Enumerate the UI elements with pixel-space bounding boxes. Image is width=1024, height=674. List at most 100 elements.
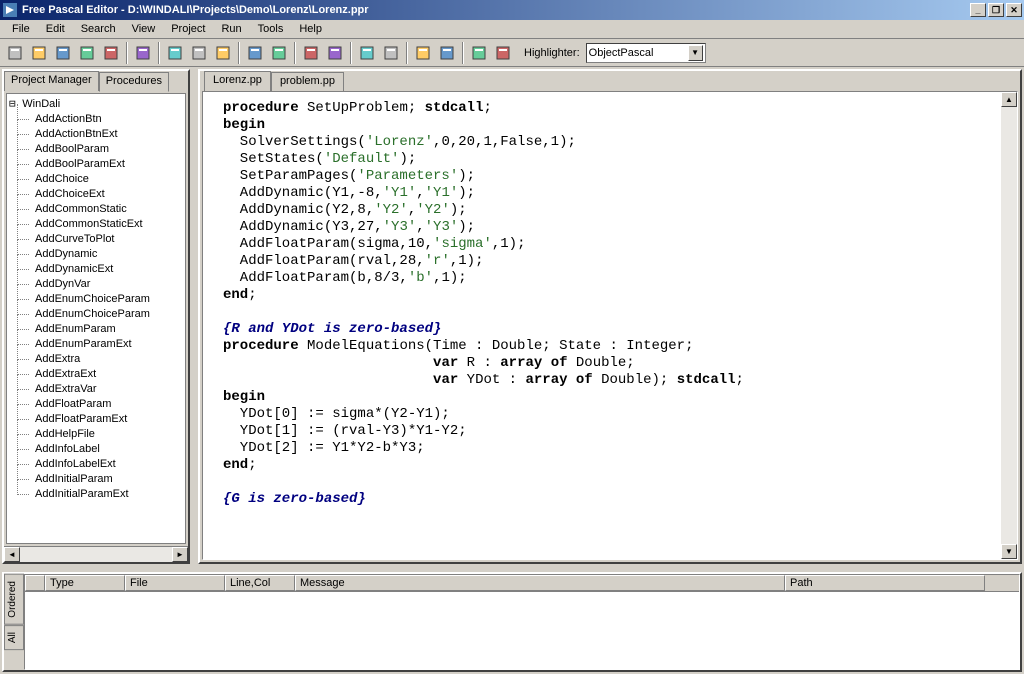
tree-item[interactable]: AddExtraVar [9, 382, 183, 397]
menu-search[interactable]: Search [73, 21, 124, 37]
menu-project[interactable]: Project [163, 21, 213, 37]
toolbar-separator [350, 42, 352, 64]
message-header: TypeFileLine,ColMessagePath [25, 575, 1019, 592]
compile-icon[interactable] [412, 42, 434, 64]
toolbar: Highlighter: ObjectPascal ▼ [0, 39, 1024, 67]
tree-root[interactable]: WinDali [9, 96, 183, 112]
tree-item[interactable]: AddBoolParam [9, 142, 183, 157]
message-list[interactable]: TypeFileLine,ColMessagePath [24, 574, 1020, 670]
menubar: FileEditSearchViewProjectRunToolsHelp [0, 20, 1024, 39]
message-col-message[interactable]: Message [295, 575, 785, 591]
open-file-icon[interactable] [28, 42, 50, 64]
messages-pane: OrderedAll TypeFileLine,ColMessagePath [2, 572, 1022, 672]
save-icon[interactable] [52, 42, 74, 64]
toolbar-separator [406, 42, 408, 64]
tree-item[interactable]: AddHelpFile [9, 427, 183, 442]
tree-item[interactable]: AddDynamic [9, 247, 183, 262]
vertical-splitter[interactable] [192, 67, 196, 566]
tree-item[interactable]: AddInitialParamExt [9, 487, 183, 502]
chevron-down-icon[interactable]: ▼ [688, 45, 703, 61]
tree-item[interactable]: AddFloatParam [9, 397, 183, 412]
app-icon [2, 2, 18, 18]
highlighter-value: ObjectPascal [589, 47, 654, 59]
tree-item[interactable]: AddCurveToPlot [9, 232, 183, 247]
editor-tab-Lorenz-pp[interactable]: Lorenz.pp [204, 71, 271, 91]
message-col-path[interactable]: Path [785, 575, 985, 591]
outdent-icon[interactable] [380, 42, 402, 64]
redo-icon[interactable] [268, 42, 290, 64]
messages-tab-ordered[interactable]: Ordered [4, 574, 24, 625]
replace-icon[interactable] [324, 42, 346, 64]
tree-item[interactable]: AddInfoLabelExt [9, 457, 183, 472]
highlighter-select[interactable]: ObjectPascal ▼ [586, 43, 706, 63]
messages-tab-all[interactable]: All [4, 625, 24, 650]
toolbar-separator [294, 42, 296, 64]
toolbar-separator [126, 42, 128, 64]
find-icon[interactable] [300, 42, 322, 64]
scroll-down-icon[interactable]: ▼ [1001, 544, 1017, 559]
undo-icon[interactable] [244, 42, 266, 64]
close-icon[interactable] [100, 42, 122, 64]
tree-item[interactable]: AddExtra [9, 352, 183, 367]
tree-item[interactable]: AddDynamicExt [9, 262, 183, 277]
build-icon[interactable] [436, 42, 458, 64]
code-editor[interactable]: procedure SetUpProblem; stdcall; begin S… [202, 91, 1018, 560]
menu-view[interactable]: View [124, 21, 164, 37]
scroll-up-icon[interactable]: ▲ [1001, 92, 1017, 107]
left-tab-procedures[interactable]: Procedures [99, 72, 169, 92]
tree-item[interactable]: AddInitialParam [9, 472, 183, 487]
scroll-right-icon[interactable]: ► [172, 547, 188, 562]
menu-run[interactable]: Run [213, 21, 249, 37]
horizontal-splitter[interactable] [0, 566, 1024, 570]
tree-item[interactable]: AddFloatParamExt [9, 412, 183, 427]
editor-tabs: Lorenz.ppproblem.pp [200, 71, 1020, 91]
scroll-left-icon[interactable]: ◄ [4, 547, 20, 562]
left-pane: Project ManagerProcedures WinDaliAddActi… [2, 69, 190, 564]
titlebar: Free Pascal Editor - D:\WINDALI\Projects… [0, 0, 1024, 20]
copy-icon[interactable] [188, 42, 210, 64]
tree-item[interactable]: AddCommonStaticExt [9, 217, 183, 232]
minimize-button[interactable]: _ [970, 3, 986, 17]
save-all-icon[interactable] [76, 42, 98, 64]
left-hscrollbar[interactable]: ◄ ► [4, 546, 188, 562]
editor-vscrollbar[interactable]: ▲ ▼ [1001, 92, 1017, 559]
message-tabs: OrderedAll [4, 574, 24, 670]
play-icon[interactable] [492, 42, 514, 64]
tree-item[interactable]: AddEnumParamExt [9, 337, 183, 352]
print-icon[interactable] [132, 42, 154, 64]
menu-file[interactable]: File [4, 21, 38, 37]
tree-item[interactable]: AddActionBtnExt [9, 127, 183, 142]
tree-item[interactable]: AddChoice [9, 172, 183, 187]
close-button[interactable]: ✕ [1006, 3, 1022, 17]
tree-item[interactable]: AddEnumChoiceParam [9, 307, 183, 322]
left-tab-project-manager[interactable]: Project Manager [4, 71, 99, 91]
tree-item[interactable]: AddCommonStatic [9, 202, 183, 217]
toolbar-separator [238, 42, 240, 64]
tree-item[interactable]: AddExtraExt [9, 367, 183, 382]
procedures-tree[interactable]: WinDaliAddActionBtnAddActionBtnExtAddBoo… [6, 93, 186, 544]
tree-item[interactable]: AddDynVar [9, 277, 183, 292]
message-col-line-col[interactable]: Line,Col [225, 575, 295, 591]
editor-pane: Lorenz.ppproblem.pp procedure SetUpProbl… [198, 69, 1022, 564]
restore-button[interactable]: ❐ [988, 3, 1004, 17]
new-file-icon[interactable] [4, 42, 26, 64]
indent-icon[interactable] [356, 42, 378, 64]
message-col-icon[interactable] [25, 575, 45, 591]
menu-help[interactable]: Help [291, 21, 330, 37]
message-col-type[interactable]: Type [45, 575, 125, 591]
main-area: Project ManagerProcedures WinDaliAddActi… [0, 67, 1024, 674]
tree-item[interactable]: AddEnumChoiceParam [9, 292, 183, 307]
highlighter-label: Highlighter: [524, 47, 580, 59]
menu-edit[interactable]: Edit [38, 21, 73, 37]
cut-icon[interactable] [164, 42, 186, 64]
tree-item[interactable]: AddChoiceExt [9, 187, 183, 202]
message-col-file[interactable]: File [125, 575, 225, 591]
tree-item[interactable]: AddActionBtn [9, 112, 183, 127]
menu-tools[interactable]: Tools [250, 21, 292, 37]
paste-icon[interactable] [212, 42, 234, 64]
tree-item[interactable]: AddEnumParam [9, 322, 183, 337]
run-icon[interactable] [468, 42, 490, 64]
editor-tab-problem-pp[interactable]: problem.pp [271, 72, 344, 92]
tree-item[interactable]: AddBoolParamExt [9, 157, 183, 172]
tree-item[interactable]: AddInfoLabel [9, 442, 183, 457]
